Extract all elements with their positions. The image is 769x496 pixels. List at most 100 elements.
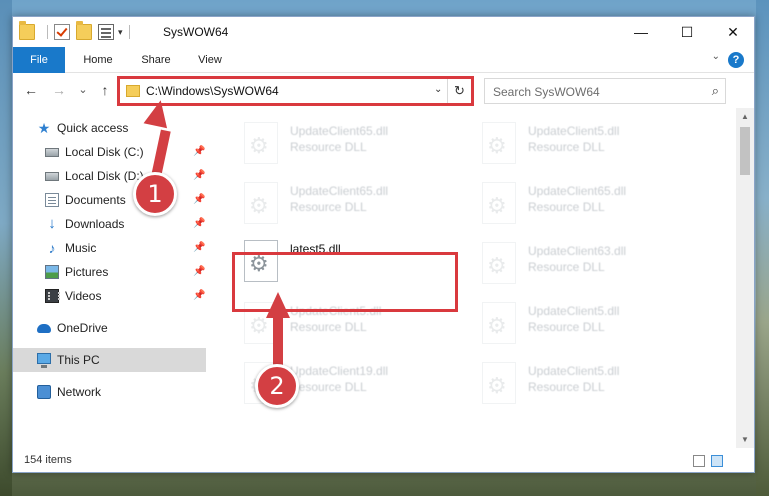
file-name: UpdateClient19.dll [290,364,389,378]
ribbon-tabs: File Home Share View ⌄ ? [13,47,754,73]
file-name: UpdateClient5.dll [528,304,620,318]
pin-icon[interactable]: 📌 [193,284,205,308]
file-name: UpdateClient63.dll [528,244,627,258]
dll-file-icon [482,122,516,164]
up-button[interactable]: ↑ [95,80,115,100]
file-name: UpdateClient5.dll [528,124,620,138]
file-name: UpdateClient5.dll [528,364,620,378]
sidebar-item-documents[interactable]: Documents 📌 [13,188,206,212]
sidebar-item-pictures[interactable]: Pictures 📌 [13,260,206,284]
sidebar-item-music[interactable]: ♪ Music 📌 [13,236,206,260]
pin-icon[interactable]: 📌 [193,140,205,164]
toolbar-separator [128,25,130,39]
file-item[interactable]: UpdateClient5.dll Resource DLL [472,296,698,352]
step-marker-2: 2 [255,364,299,408]
file-item[interactable]: UpdateClient5.dll Resource DLL [472,116,698,172]
search-icon[interactable]: ⌕ [712,83,719,99]
title-bar: ▾ SysWOW64 — ☐ ✕ [13,17,754,47]
item-count: 154 items [24,454,72,466]
file-name: UpdateClient65.dll [528,184,627,198]
sidebar-item-label: This PC [57,353,100,367]
file-type: Resource DLL [528,200,605,214]
file-type: Resource DLL [290,380,367,394]
recent-locations-button[interactable]: ⌄ [73,80,93,100]
sidebar-item-downloads[interactable]: ↓ Downloads 📌 [13,212,206,236]
sidebar-item-label: Local Disk (D:) [65,169,144,183]
sidebar-item-label: Videos [65,289,102,303]
vertical-scrollbar[interactable]: ▲ ▼ [736,108,754,448]
quick-access-toolbar: ▾ [19,21,136,41]
scroll-down-icon[interactable]: ▼ [736,431,754,448]
download-icon: ↓ [48,215,56,232]
file-name: UpdateClient65.dll [290,124,389,138]
pin-icon[interactable]: 📌 [193,164,205,188]
navigation-bar: ← → ⌄ ↑ C:\Windows\SysWOW64 ⌄ ↻ Search S… [13,74,754,108]
sidebar-item-quick-access[interactable]: ★ Quick access [13,116,206,140]
file-item[interactable]: UpdateClient65.dll Resource DLL [234,116,460,172]
pin-icon[interactable]: 📌 [193,260,205,284]
pin-icon[interactable]: 📌 [193,212,205,236]
scroll-thumb[interactable] [740,127,750,175]
file-type: Resource DLL [528,320,605,334]
file-type: Resource DLL [290,200,367,214]
maximize-button[interactable]: ☐ [664,17,710,47]
dll-file-icon [482,362,516,404]
collapse-ribbon-icon[interactable]: ⌄ [712,51,720,62]
minimize-button[interactable]: — [618,17,664,47]
sidebar-item-network[interactable]: Network [13,380,206,404]
new-folder-icon[interactable] [76,21,92,40]
tab-home[interactable]: Home [73,47,123,73]
annotation-arrow-2-head [266,292,290,318]
step-marker-1: 1 [133,172,177,216]
view-properties-icon[interactable] [98,24,114,40]
toolbar-separator [47,25,48,39]
details-view-icon[interactable] [693,455,705,467]
forward-button[interactable]: → [49,80,69,100]
file-item[interactable]: UpdateClient63.dll Resource DLL [472,236,698,292]
tab-file[interactable]: File [13,47,65,73]
music-icon: ♪ [48,240,56,256]
sidebar-item-label: Local Disk (C:) [65,145,144,159]
file-item[interactable]: UpdateClient65.dll Resource DLL [472,176,698,232]
dll-file-icon [244,182,278,224]
scroll-up-icon[interactable]: ▲ [736,108,754,125]
sidebar-item-label: Music [65,241,97,255]
pin-icon[interactable]: 📌 [193,188,205,212]
sidebar-item-onedrive[interactable]: OneDrive [13,316,206,340]
pin-icon[interactable]: 📌 [193,236,205,260]
file-type: Resource DLL [528,260,605,274]
videos-icon [45,289,60,303]
desktop-background-right [756,0,769,496]
dll-file-icon [482,182,516,224]
close-button[interactable]: ✕ [710,17,754,47]
star-icon: ★ [37,120,51,136]
tab-view[interactable]: View [187,47,233,73]
documents-icon [45,193,59,207]
dll-file-icon [244,122,278,164]
search-placeholder[interactable]: Search SysWOW64 [493,85,600,99]
cloud-icon [37,324,51,333]
sidebar-item-local-disk-c[interactable]: Local Disk (C:) 📌 [13,140,206,164]
help-icon[interactable]: ? [728,52,744,68]
sidebar-item-label: Pictures [65,265,109,279]
desktop-background-left [0,0,12,496]
sidebar-item-videos[interactable]: Videos 📌 [13,284,206,308]
dll-file-icon [482,242,516,284]
customize-toolbar-dropdown[interactable]: ▾ [118,27,123,38]
file-item[interactable]: UpdateClient65.dll Resource DLL [234,176,460,232]
search-box[interactable]: Search SysWOW64 ⌕ [484,78,726,104]
file-type: Resource DLL [290,140,367,154]
navigation-pane: ★ Quick access Local Disk (C:) 📌 Local D… [13,108,206,448]
sidebar-item-label: Downloads [65,217,125,231]
tab-share[interactable]: Share [131,47,181,73]
large-icons-view-icon[interactable] [711,455,723,467]
disk-icon [45,172,59,181]
sidebar-item-this-pc[interactable]: This PC [13,348,206,372]
file-type: Resource DLL [528,380,605,394]
sidebar-item-label: Network [57,385,102,399]
properties-check-icon[interactable] [54,24,70,40]
file-item[interactable]: UpdateClient5.dll Resource DLL [472,356,698,412]
computer-icon [37,353,51,368]
back-button[interactable]: ← [21,80,41,100]
sidebar-item-local-disk-d[interactable]: Local Disk (D:) 📌 [13,164,206,188]
